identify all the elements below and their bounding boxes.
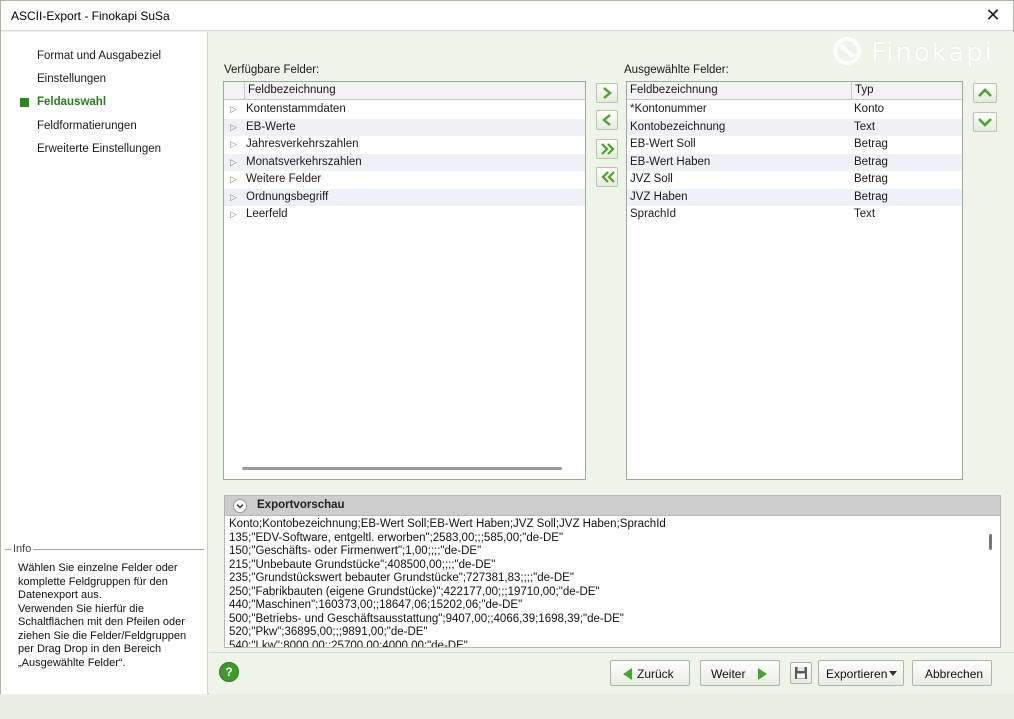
tree-expander-column (224, 82, 244, 100)
export-preview-title: Exportvorschau (257, 499, 345, 511)
arrow-right-icon (758, 668, 767, 680)
cancel-button[interactable]: Abbrechen (912, 660, 992, 686)
double-chevron-right-icon (601, 143, 615, 155)
info-text-2: Verwenden Sie hierfür die Schaltflächen … (18, 602, 187, 669)
move-up-button[interactable] (973, 83, 997, 103)
expand-arrow-icon[interactable]: ▷ (230, 101, 237, 118)
expand-arrow-icon[interactable]: ▷ (230, 119, 237, 136)
selected-field-row[interactable]: SprachId Text (627, 206, 962, 224)
expand-arrow-icon[interactable]: ▷ (230, 154, 237, 171)
tree-group-row[interactable]: ▷ Weitere Felder (224, 171, 585, 189)
available-column-header[interactable]: Feldbezeichnung (244, 82, 585, 100)
selected-field-row[interactable]: JVZ Haben Betrag (627, 188, 962, 206)
active-step-marker (20, 98, 29, 107)
nav-item-feldauswahl[interactable]: Feldauswahl (37, 96, 106, 108)
vertical-scrollbar[interactable] (989, 534, 992, 550)
arrow-left-icon (623, 668, 632, 680)
available-fields-label: Verfügbare Felder: (224, 64, 320, 76)
export-preview-text[interactable]: Konto;Kontobezeichnung;EB-Wert Soll;EB-W… (224, 516, 1001, 648)
tree-group-row[interactable]: ▷ Kontenstammdaten (224, 101, 585, 119)
selected-field-row[interactable]: EB-Wert Haben Betrag (627, 153, 962, 171)
available-fields-tree[interactable]: Feldbezeichnung ▷ Kontenstammdaten ▷ EB-We… (223, 81, 586, 480)
dropdown-arrow-icon[interactable] (889, 671, 897, 676)
preview-line: 540;"Lkw";8000,00;;25700,00;4000,00;"de-… (229, 639, 468, 648)
nav-item-erweiterte-einstellungen[interactable]: Erweiterte Einstellungen (37, 143, 161, 155)
selected-fields-label: Ausgewählte Felder: (624, 64, 729, 76)
info-text-1: Wählen Sie einzelne Felder oder komplett… (18, 562, 178, 601)
selected-field-row[interactable]: EB-Wert Soll Betrag (627, 136, 962, 154)
selected-name-column-header[interactable]: Feldbezeichnung (627, 82, 851, 100)
help-icon[interactable]: ? (219, 662, 239, 682)
chevron-up-icon (978, 88, 992, 97)
info-text: Wählen Sie einzelne Felder oder komplett… (18, 562, 198, 670)
expand-arrow-icon[interactable]: ▷ (230, 171, 237, 188)
preview-line: 215;"Unbebaute Grundstücke";408500,00;;;… (229, 558, 496, 571)
back-button[interactable]: Zurück (610, 660, 690, 686)
selected-field-row[interactable]: JVZ Soll Betrag (627, 171, 962, 189)
preview-line: Konto;Kontobezeichnung;EB-Wert Soll;EB-W… (229, 518, 666, 530)
selected-field-row[interactable]: Kontobezeichnung Text (627, 118, 962, 136)
preview-line: 250;"Fabrikbauten (eigene Grundstücke)";… (229, 585, 600, 598)
remove-field-button[interactable] (596, 110, 618, 130)
preview-line: 150;"Geschäfts- oder Firmenwert";1,00;;;… (229, 545, 482, 557)
finokapi-logo-icon (833, 37, 861, 65)
tree-group-row[interactable]: ▷ Monatsverkehrszahlen (224, 153, 585, 171)
double-chevron-left-icon (601, 171, 615, 183)
tree-group-row[interactable]: ▷ Ordnungsbegriff (224, 188, 585, 206)
window-title: ASCII-Export - Finokapi SuSa (11, 9, 170, 23)
preview-line: 440;"Maschinen";160373,00;;18647,06;1520… (229, 599, 523, 611)
horizontal-scrollbar[interactable] (242, 467, 562, 470)
tree-group-row[interactable]: ▷ Jahresverkehrszahlen (224, 136, 585, 154)
preview-line: 520;"Pkw";36895,00;;;9891,00;"de-DE" (229, 626, 428, 638)
info-legend: Info (11, 543, 34, 555)
tree-group-row[interactable]: ▷ Leerfeld (224, 206, 585, 224)
export-preview-header[interactable]: Exportvorschau (224, 495, 1001, 516)
nav-item-format[interactable]: Format und Ausgabeziel (37, 50, 161, 62)
selected-fields-list[interactable]: Feldbezeichnung Typ *Kontonummer Konto Ko… (626, 81, 963, 480)
expand-arrow-icon[interactable]: ▷ (230, 136, 237, 153)
ascii-export-dialog: ASCII-Export - Finokapi SuSa ✕ Format un… (0, 0, 1014, 694)
collapse-icon[interactable] (233, 499, 247, 513)
add-field-button[interactable] (596, 83, 618, 103)
chevron-down-icon (978, 118, 992, 127)
preview-line: 135;"EDV-Software, entgeltl. erworben";2… (229, 531, 564, 544)
move-down-button[interactable] (973, 112, 997, 132)
nav-item-feldformatierungen[interactable]: Feldformatierungen (37, 120, 137, 132)
wizard-sidebar: Format und Ausgabeziel Einstellungen Fel… (1, 32, 208, 694)
expand-arrow-icon[interactable]: ▷ (230, 189, 237, 206)
add-all-fields-button[interactable] (596, 139, 618, 159)
footer-divider (209, 652, 1014, 653)
nav-item-einstellungen[interactable]: Einstellungen (37, 73, 106, 85)
chevron-left-icon (602, 114, 611, 126)
chevron-right-icon (603, 87, 612, 99)
next-button[interactable]: Weiter (700, 660, 780, 686)
tree-group-row[interactable]: ▷ EB-Werte (224, 118, 585, 136)
main-content: Finokapi Verfügbare Felder: Ausgewählte … (209, 32, 1014, 694)
export-button[interactable]: Exportieren (818, 660, 904, 686)
expand-arrow-icon[interactable]: ▷ (230, 206, 237, 223)
close-icon[interactable]: ✕ (981, 4, 1005, 28)
remove-all-fields-button[interactable] (596, 167, 618, 187)
brand-logo: Finokapi (871, 38, 994, 68)
preview-line: 235;"Grundstückswert bebauter Grundstück… (229, 572, 574, 584)
save-settings-button[interactable] (790, 662, 812, 684)
title-bar: ASCII-Export - Finokapi SuSa ✕ (1, 1, 1013, 31)
preview-line: 500;"Betriebs- und Geschäftsausstattung"… (229, 612, 624, 625)
selected-field-row[interactable]: *Kontonummer Konto (627, 101, 962, 119)
floppy-disk-icon (795, 667, 807, 679)
selected-type-column-header[interactable]: Typ (851, 82, 962, 100)
